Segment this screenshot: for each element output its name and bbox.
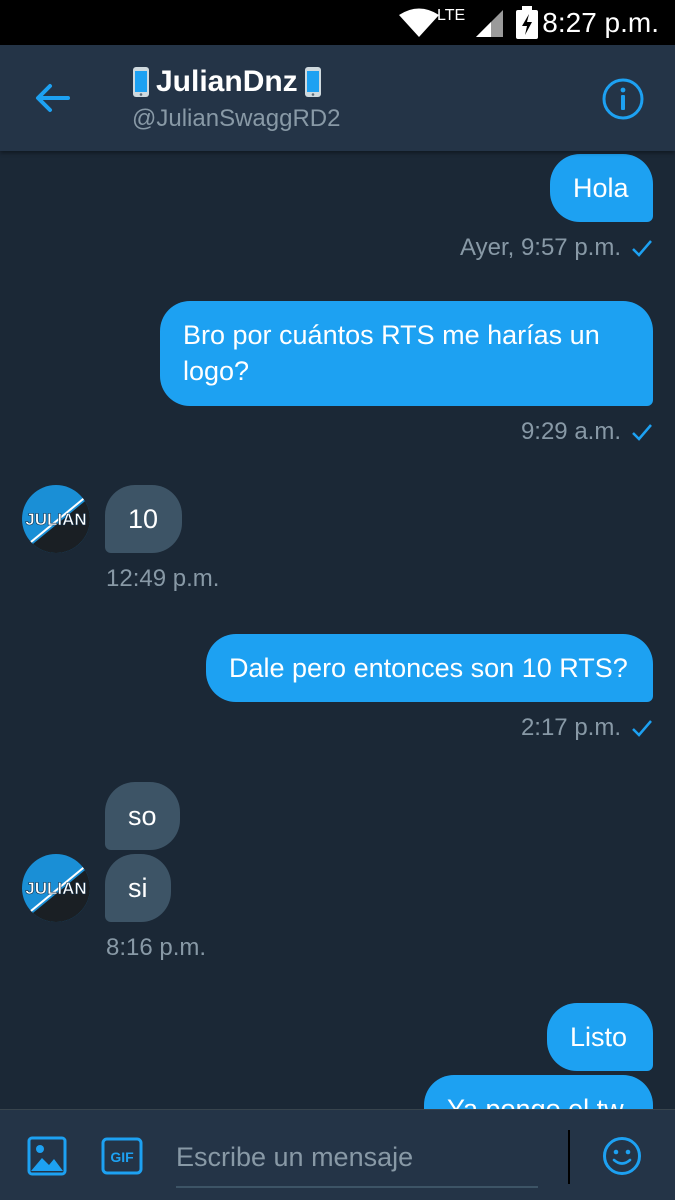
message-bubble-outgoing[interactable]: Listo [547, 1003, 653, 1071]
back-button[interactable] [24, 75, 80, 121]
mobile-phone-emoji-icon [304, 67, 321, 97]
message-bubble-outgoing[interactable]: Hola [550, 154, 653, 222]
wifi-icon [398, 0, 440, 45]
back-arrow-icon [36, 84, 70, 112]
message-bubble-incoming[interactable]: so [105, 782, 180, 850]
image-icon [27, 1136, 67, 1176]
timestamp-text: 9:29 a.m. [520, 418, 621, 445]
composer-divider [568, 1130, 570, 1184]
message-bubble-incoming[interactable]: si [105, 854, 171, 922]
status-time: 8:27 p.m. [542, 6, 659, 38]
contact-handle: @JulianSwaggRD2 [132, 105, 341, 132]
avatar-text: JULIAN [25, 510, 86, 529]
gif-label: GIF [110, 1149, 134, 1165]
avatar-text: JULIAN [25, 879, 86, 898]
message-composer: GIF [0, 1109, 675, 1200]
sent-check-icon [632, 240, 652, 257]
sent-check-icon [632, 424, 652, 441]
message-input[interactable] [176, 1128, 538, 1188]
conversation-info-button[interactable] [601, 77, 645, 121]
add-image-button[interactable] [27, 1136, 67, 1181]
timestamp-text: 8:16 p.m. [106, 934, 207, 961]
battery-charging-icon [514, 0, 540, 45]
timestamp-text: 2:17 p.m. [520, 714, 621, 741]
sent-check-icon [632, 720, 652, 737]
message-timestamp: Ayer, 9:57 p.m. [460, 233, 653, 263]
info-icon [602, 78, 644, 120]
message-list[interactable]: Hola Ayer, 9:57 p.m. Bro por cuántos RTS… [0, 151, 675, 1109]
emoji-button[interactable] [602, 1136, 642, 1181]
message-bubble-outgoing[interactable]: Bro por cuántos RTS me harías un logo? [160, 301, 653, 406]
message-timestamp: 9:29 a.m. [521, 417, 653, 447]
contact-name: JulianDnz [156, 65, 298, 98]
conversation-title[interactable]: JulianDnz @JulianSwaggRD2 [132, 63, 340, 133]
network-type-label: LTE [437, 7, 466, 24]
signal-icon [474, 0, 504, 45]
message-bubble-incoming[interactable]: 10 [105, 485, 182, 553]
message-bubble-outgoing[interactable]: Ya pongo el tw [424, 1075, 653, 1109]
timestamp-text: Ayer, 9:57 p.m. [460, 234, 621, 261]
message-bubble-outgoing[interactable]: Dale pero entonces son 10 RTS? [206, 634, 653, 702]
message-timestamp: 2:17 p.m. [521, 713, 653, 743]
contact-avatar[interactable]: JULIAN [22, 854, 90, 922]
gif-icon: GIF [101, 1137, 143, 1175]
status-bar: LTE 8:27 p.m. [0, 0, 675, 45]
conversation-header: JulianDnz @JulianSwaggRD2 [0, 45, 675, 151]
timestamp-text: 12:49 p.m. [106, 565, 220, 592]
mobile-phone-emoji-icon [133, 67, 149, 97]
add-gif-button[interactable]: GIF [101, 1137, 143, 1180]
contact-avatar[interactable]: JULIAN [22, 485, 90, 553]
emoji-icon [603, 1137, 641, 1175]
message-timestamp: 12:49 p.m. [106, 564, 219, 594]
message-timestamp: 8:16 p.m. [106, 933, 206, 963]
